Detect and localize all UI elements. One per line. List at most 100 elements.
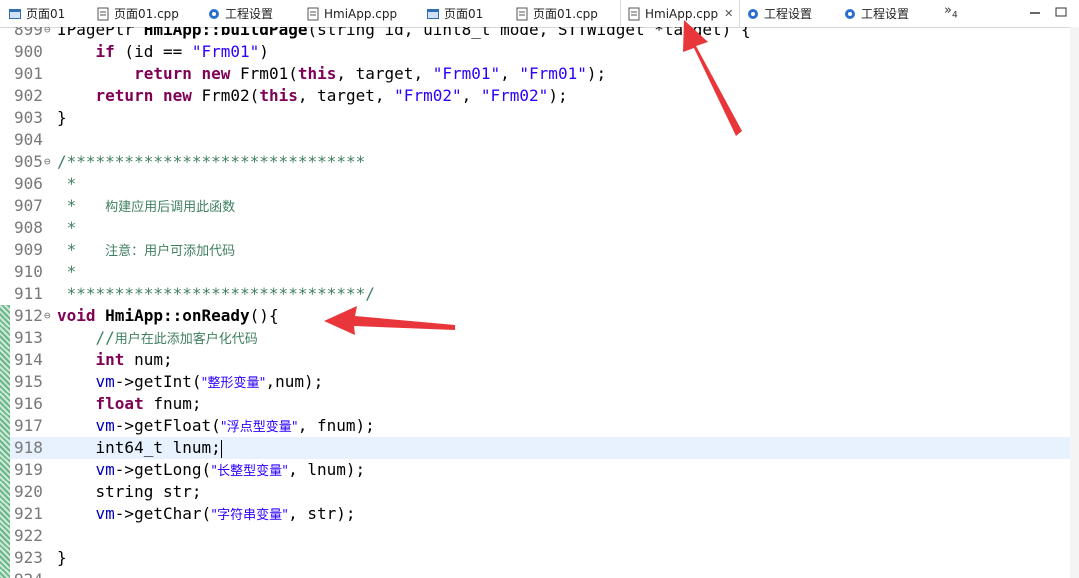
code-token: new: [162, 86, 192, 105]
cpp-file-icon: [96, 7, 110, 21]
line-number: 922: [14, 526, 43, 545]
code-text: int64_t lnum;: [57, 437, 222, 459]
code-line[interactable]: 902 return new Frm02(this, target, "Frm0…: [0, 85, 1070, 107]
change-marker: [0, 327, 10, 349]
code-line[interactable]: 924: [0, 569, 1070, 578]
code-token: this: [297, 64, 337, 83]
code-line[interactable]: 921 vm->getChar("字符串变量", str);: [0, 503, 1070, 525]
tab-page01-b[interactable]: 页面01: [426, 0, 483, 27]
code-text: void HmiApp::onReady(){: [57, 305, 279, 327]
line-number: 910: [14, 262, 43, 281]
minimize-icon[interactable]: [1028, 2, 1042, 14]
cpp-file-icon: [515, 7, 529, 21]
code-line[interactable]: 906 *: [0, 173, 1070, 195]
code-token: vm: [95, 416, 115, 435]
code-line[interactable]: 914 int num;: [0, 349, 1070, 371]
code-token: *: [57, 240, 106, 259]
code-line[interactable]: 922: [0, 525, 1070, 547]
code-text: vm->getChar("字符串变量", str);: [57, 503, 356, 527]
code-text: *: [57, 217, 77, 239]
code-line[interactable]: 910 *: [0, 261, 1070, 283]
line-number: 921: [14, 504, 43, 523]
code-text: vm->getInt("整形变量",num);: [57, 371, 324, 395]
tab-hmiapp-cpp-active[interactable]: HmiApp.cpp ✕: [620, 0, 741, 27]
fold-toggle-icon[interactable]: ⊖: [44, 151, 51, 173]
code-token: , str);: [288, 504, 356, 523]
code-token: ,: [461, 86, 481, 105]
code-token: HmiApp::buildPage: [143, 27, 308, 39]
change-marker: [0, 349, 10, 371]
fold-toggle-icon[interactable]: ⊖: [44, 27, 51, 41]
code-line[interactable]: 899 ⊖ IPagePtr HmiApp::buildPage(string id…: [0, 27, 1070, 41]
code-line[interactable]: 917 vm->getFloat("浮点型变量", fnum);: [0, 415, 1070, 437]
code-token: ->getLong(: [114, 460, 212, 479]
close-icon[interactable]: ✕: [724, 7, 733, 20]
code-text: * 注意：用户可添加代码: [57, 239, 236, 263]
code-line[interactable]: 901 return new Frm01(this, target, "Frm0…: [0, 63, 1070, 85]
code-token: *: [57, 174, 77, 193]
code-line[interactable]: 900 if (id == "Frm01"): [0, 41, 1070, 63]
code-text: vm->getLong("长整型变量", lnum);: [57, 459, 366, 483]
tab-label: 页面01: [26, 7, 66, 21]
code-token: (string id, uint8_t mode, STTWidget *tar…: [307, 27, 751, 39]
cpp-file-icon: [627, 7, 641, 21]
tab-page01-cpp[interactable]: 页面01.cpp: [96, 0, 179, 27]
code-token: return: [134, 64, 192, 83]
fold-toggle-icon[interactable]: ⊖: [44, 305, 51, 327]
code-text: vm->getFloat("浮点型变量", fnum);: [57, 415, 375, 439]
code-token: return: [95, 86, 154, 105]
code-text: float fnum;: [57, 393, 202, 415]
line-number: 912: [14, 306, 43, 325]
code-line[interactable]: 913 //用户在此添加客户化代码: [0, 327, 1070, 349]
code-text: IPagePtr HmiApp::buildPage(string id, ui…: [57, 27, 751, 41]
code-line[interactable]: 908 *: [0, 217, 1070, 239]
more-tabs-button[interactable]: »4: [944, 3, 958, 21]
code-line[interactable]: 911 *******************************/: [0, 283, 1070, 305]
change-marker: [0, 481, 10, 503]
code-line[interactable]: 903}: [0, 107, 1070, 129]
code-token: ->getFloat(: [114, 416, 221, 435]
change-marker: [0, 415, 10, 437]
code-line[interactable]: 912 ⊖ void HmiApp::onReady(){: [0, 305, 1070, 327]
code-text: /*******************************: [57, 151, 365, 173]
code-line[interactable]: 916 float fnum;: [0, 393, 1070, 415]
code-token: "Frm01": [519, 64, 587, 83]
code-line[interactable]: 920 string str;: [0, 481, 1070, 503]
line-number: 917: [14, 416, 43, 435]
code-line[interactable]: 909 * 注意：用户可添加代码: [0, 239, 1070, 261]
tab-project-settings[interactable]: 工程设置: [207, 0, 273, 27]
tab-page01[interactable]: 页面01: [8, 0, 65, 27]
code-editor[interactable]: 899 ⊖ IPagePtr HmiApp::buildPage(string id…: [0, 27, 1079, 578]
line-number: 911: [14, 284, 43, 303]
vertical-scrollbar[interactable]: [1070, 27, 1079, 578]
code-token: "Frm01": [432, 64, 501, 83]
code-line[interactable]: 904: [0, 129, 1070, 151]
tab-project-settings-b[interactable]: 工程设置: [746, 0, 812, 27]
tab-project-settings-c[interactable]: 工程设置: [843, 0, 909, 27]
code-token: , lnum);: [288, 460, 366, 479]
code-line[interactable]: 905 ⊖ /*******************************: [0, 151, 1070, 173]
code-token: );: [586, 64, 607, 83]
tab-label: HmiApp.cpp: [324, 6, 398, 21]
line-number: 900: [14, 42, 43, 61]
code-line[interactable]: 918 int64_t lnum;: [0, 437, 1070, 459]
tab-hmiapp-cpp[interactable]: HmiApp.cpp: [306, 0, 397, 27]
code-token: HmiApp::onReady: [105, 306, 250, 325]
code-token: , target,: [297, 86, 395, 105]
code-line[interactable]: 907 * 构建应用后调用此函数: [0, 195, 1070, 217]
code-token: if: [95, 42, 115, 61]
code-line[interactable]: 919 vm->getLong("长整型变量", lnum);: [0, 459, 1070, 481]
code-line[interactable]: 915 vm->getInt("整形变量",num);: [0, 371, 1070, 393]
code-text: }: [57, 547, 67, 569]
change-marker: [0, 371, 10, 393]
code-line[interactable]: 923}: [0, 547, 1070, 569]
form-icon: [426, 7, 440, 21]
change-marker: [0, 437, 10, 459]
tab-page01-cpp-b[interactable]: 页面01.cpp: [515, 0, 598, 27]
code-token: num;: [124, 350, 173, 369]
maximize-icon[interactable]: [1054, 2, 1068, 17]
